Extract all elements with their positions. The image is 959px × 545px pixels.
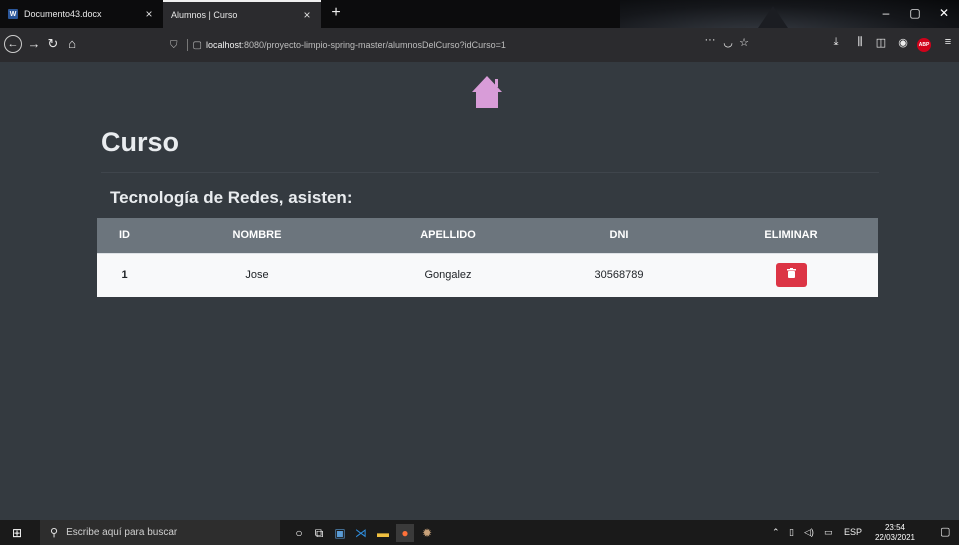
cell-dni: 30568789: [534, 252, 704, 297]
home-icon[interactable]: [471, 75, 503, 109]
students-table: ID NOMBRE APELLIDO DNI ELIMINAR 1 Jose G…: [97, 218, 878, 297]
minimize-icon[interactable]: –: [876, 6, 896, 20]
pocket-icon[interactable]: ◡: [720, 36, 736, 49]
page-content: Curso Tecnología de Redes, asisten: ID N…: [0, 62, 959, 520]
home-nav-icon[interactable]: ⌂: [63, 35, 81, 53]
close-tab-icon[interactable]: ×: [141, 7, 157, 21]
task-view-icon[interactable]: ⧉: [310, 524, 328, 542]
table-row: 1 Jose Gongalez 30568789: [97, 252, 878, 297]
windows-taskbar: ⊞ ⚲ Escribe aquí para buscar ○ ⧉ ▣ ⋊ ▬ ●…: [0, 520, 959, 545]
back-icon[interactable]: ←: [4, 35, 22, 53]
table-header-row: ID NOMBRE APELLIDO DNI ELIMINAR: [97, 218, 878, 253]
clock-time: 23:54: [884, 523, 906, 532]
tab-title: Alumnos | Curso: [171, 10, 238, 20]
close-window-icon[interactable]: ✕: [934, 6, 954, 20]
bookmark-star-icon[interactable]: ☆: [736, 36, 752, 49]
browser-nav-bar: ← → ↻ ⌂ ⛉ ▢ localhost :8080/proyecto-lim…: [0, 28, 959, 62]
url-bar[interactable]: ⛉ ▢ localhost :8080/proyecto-limpio-spri…: [170, 34, 630, 56]
url-path: :8080/proyecto-limpio-spring-master/alum…: [241, 40, 506, 50]
taskbar-search[interactable]: ⚲ Escribe aquí para buscar: [40, 520, 280, 545]
cell-apellido: Gongalez: [362, 252, 534, 297]
firefox-icon[interactable]: ●: [396, 524, 414, 542]
reload-icon[interactable]: ↻: [44, 35, 62, 53]
tab-alumnos-curso[interactable]: Alumnos | Curso ×: [163, 0, 321, 28]
page-icon: ▢: [192, 39, 202, 51]
column-header-apellido: APELLIDO: [362, 218, 534, 253]
library-icon[interactable]: ⫼: [852, 36, 868, 49]
cortana-icon[interactable]: ○: [290, 524, 308, 542]
app-icon[interactable]: ▣: [331, 524, 349, 542]
account-icon[interactable]: ◉: [895, 36, 911, 49]
network-icon[interactable]: ▭: [824, 527, 833, 538]
more-actions-icon[interactable]: ···: [702, 34, 718, 46]
file-explorer-icon[interactable]: ▬: [374, 524, 392, 542]
column-header-dni: DNI: [534, 218, 704, 253]
adblock-icon[interactable]: ABP: [917, 38, 931, 52]
menu-icon[interactable]: ≡: [940, 36, 956, 48]
url-separator: [186, 39, 188, 51]
search-placeholder: Escribe aquí para buscar: [66, 527, 178, 538]
battery-icon[interactable]: ▯: [789, 527, 794, 538]
volume-icon[interactable]: ◁): [804, 527, 814, 538]
forward-icon[interactable]: →: [25, 35, 43, 53]
restore-icon[interactable]: ▢: [905, 6, 925, 20]
tray-chevron-icon[interactable]: ⌃: [772, 527, 780, 538]
column-header-id: ID: [97, 218, 152, 253]
sidebar-icon[interactable]: ◫: [873, 36, 889, 49]
app-icon-2[interactable]: ✹: [418, 524, 436, 542]
close-tab-icon[interactable]: ×: [299, 8, 315, 22]
cell-eliminar: [704, 252, 878, 297]
tab-documento[interactable]: W Documento43.docx ×: [0, 0, 163, 28]
cell-nombre: Jose: [152, 252, 362, 297]
windows-start-icon[interactable]: ⊞: [12, 526, 22, 540]
delete-button[interactable]: [775, 263, 807, 288]
clock-date: 22/03/2021: [874, 533, 916, 542]
search-icon: ⚲: [50, 527, 59, 539]
trash-icon: [786, 268, 796, 279]
shield-icon: ⛉: [170, 39, 178, 51]
tab-title: Documento43.docx: [24, 9, 102, 19]
course-subtitle: Tecnología de Redes, asisten:: [110, 188, 353, 207]
column-header-eliminar: ELIMINAR: [704, 218, 878, 253]
column-header-nombre: NOMBRE: [152, 218, 362, 253]
download-icon[interactable]: ⤓: [828, 36, 844, 49]
word-icon: W: [8, 9, 18, 19]
divider: [101, 172, 879, 173]
cell-id: 1: [97, 252, 152, 297]
clock[interactable]: 23:54 22/03/2021: [870, 523, 920, 543]
language-indicator[interactable]: ESP: [844, 527, 862, 537]
notifications-icon[interactable]: ▢: [940, 525, 950, 538]
vscode-icon[interactable]: ⋊: [352, 524, 370, 542]
new-tab-button[interactable]: +: [326, 3, 346, 23]
url-host: localhost: [205, 40, 242, 50]
page-title: Curso: [101, 127, 180, 157]
